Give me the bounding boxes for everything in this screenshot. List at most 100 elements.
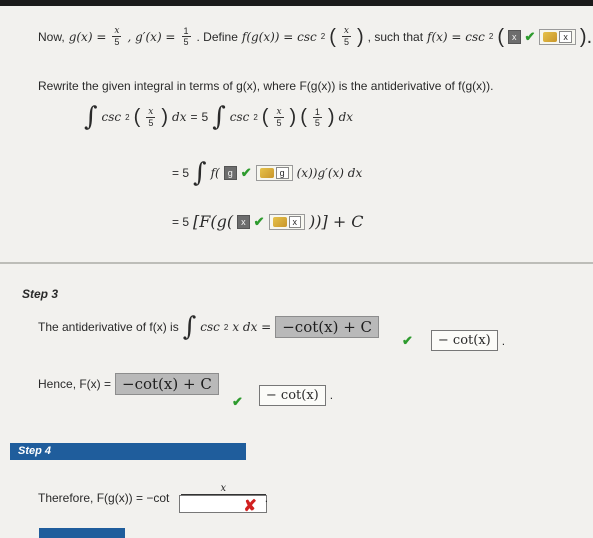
step4-line: Therefore, F(g(x)) = −cot x ✘ . bbox=[38, 480, 268, 516]
equation-2: = 5 ∫ f( g ✔ g (x))g′(x) dx bbox=[172, 160, 362, 186]
intro-fg: f(g(x)) = csc bbox=[241, 29, 317, 44]
step4-label: Step 4 bbox=[10, 443, 246, 460]
answer-input-x[interactable]: x bbox=[237, 214, 250, 229]
intro-fg-frac: x 5 bbox=[341, 26, 351, 47]
integral-icon: ∫ bbox=[212, 102, 226, 132]
step3-label: Step 3 bbox=[22, 287, 59, 301]
step3-line: The antiderivative of f(x) is ∫ csc 2 x d… bbox=[38, 312, 380, 342]
integral-icon: ∫ bbox=[84, 102, 98, 132]
intro-gprime: , g′(x) = bbox=[127, 29, 176, 44]
divider bbox=[0, 262, 593, 264]
equation-1: ∫ csc 2 ( x 5 ) dx = 5 ∫ csc 2 ( x 5 ) ( 1… bbox=[84, 104, 353, 130]
check-icon: ✔ bbox=[240, 165, 252, 180]
check-icon: ✔ bbox=[524, 28, 536, 44]
frac-num: 1 bbox=[181, 26, 191, 37]
cross-icon: ✘ bbox=[243, 498, 257, 515]
key-value: x bbox=[559, 30, 572, 43]
rewrite-text: Rewrite the given integral in terms of g… bbox=[38, 79, 494, 93]
key-icon bbox=[272, 216, 287, 227]
key-icon bbox=[543, 31, 558, 42]
paren-close: ). bbox=[579, 25, 593, 48]
eq3-open: [F(g( bbox=[193, 212, 234, 231]
key-value: g bbox=[275, 167, 289, 179]
frac-num: x bbox=[112, 26, 122, 37]
eq1-frac: x 5 bbox=[146, 106, 156, 128]
intro-gprime-frac: 1 5 bbox=[181, 26, 191, 47]
eq2-prefix: = 5 bbox=[172, 166, 190, 180]
answer-key-antiderivative: − cot(x) bbox=[430, 330, 498, 351]
eq1-rhs-dx: dx bbox=[338, 110, 354, 124]
check-icon: ✔ bbox=[253, 213, 265, 229]
step4-therefore: Therefore, F(g(x)) = −cot bbox=[38, 491, 170, 505]
intro-gx-frac: x 5 bbox=[112, 26, 122, 47]
answer-input-fx[interactable]: x bbox=[508, 29, 521, 44]
paren-open: ( bbox=[133, 106, 141, 128]
answer-key-g: g bbox=[255, 165, 293, 181]
period-dot: . bbox=[501, 333, 506, 348]
intro-such-that: , such that bbox=[367, 29, 424, 44]
eq1-rhs-frac2: 1 5 bbox=[312, 106, 322, 128]
frac-num: x bbox=[180, 483, 267, 495]
eq2-suffix: (x))g′(x) dx bbox=[296, 166, 363, 180]
frac-den: 5 bbox=[148, 117, 154, 128]
key-value: x bbox=[288, 215, 301, 228]
intro-fx: f(x) = csc bbox=[427, 29, 485, 44]
eq3-prefix: = 5 bbox=[172, 214, 190, 229]
hence-line: Hence, F(x) = −cot(x) + C bbox=[38, 373, 219, 395]
eq1-rhs-sup: 2 bbox=[253, 112, 258, 122]
paren-open: ( bbox=[300, 106, 307, 128]
period-dot: . bbox=[264, 491, 269, 505]
frac-den: 5 bbox=[314, 117, 320, 128]
integral-icon: ∫ bbox=[193, 158, 207, 188]
paren-close: ) bbox=[289, 106, 297, 128]
paren-close: ) bbox=[327, 106, 335, 128]
answer-input-Fx[interactable]: −cot(x) + C bbox=[115, 373, 219, 395]
equation-3: = 5 [F(g( x ✔ x ))] + C bbox=[172, 212, 364, 231]
check-icon: ✔ bbox=[402, 332, 413, 348]
step3-feedback: ✔ − cot(x) . bbox=[402, 330, 505, 351]
paren-open: ( bbox=[261, 106, 269, 128]
frac-num: x bbox=[146, 106, 156, 118]
period-dot: . bbox=[329, 388, 334, 402]
frac-den: 5 bbox=[276, 117, 282, 128]
step3-integrand: csc bbox=[200, 320, 220, 334]
frac-den: 5 bbox=[183, 37, 189, 47]
frac-num: x bbox=[341, 26, 351, 37]
frac-den: 5 bbox=[114, 37, 120, 47]
key-icon bbox=[259, 168, 274, 178]
eq1-lhs: csc bbox=[101, 110, 122, 124]
top-bar bbox=[0, 0, 593, 6]
paren-open: ( bbox=[497, 25, 505, 48]
answer-key-fx: x bbox=[539, 28, 576, 45]
step3-sup: 2 bbox=[223, 322, 229, 332]
paren-close: ) bbox=[356, 25, 364, 48]
intro-define: . Define bbox=[196, 29, 238, 44]
check-icon: ✔ bbox=[232, 394, 243, 409]
next-button[interactable] bbox=[39, 528, 125, 538]
intro-fx-sup: 2 bbox=[488, 32, 494, 41]
hence-text: Hence, F(x) = bbox=[38, 377, 112, 391]
frac-den: 5 bbox=[343, 37, 349, 47]
intro-gx: g(x) = bbox=[68, 29, 107, 44]
eq2-f-open: f( bbox=[210, 166, 220, 180]
answer-key-x: x bbox=[268, 213, 305, 230]
intro-now: Now, bbox=[38, 29, 65, 44]
eq1-rhs: csc bbox=[229, 110, 250, 124]
hence-feedback: ✔ − cot(x) . bbox=[232, 380, 333, 410]
intro-fg-sup: 2 bbox=[320, 32, 326, 41]
eq1-lhs-sup: 2 bbox=[125, 112, 130, 122]
eq1-equals: = bbox=[190, 110, 198, 124]
integral-icon: ∫ bbox=[182, 312, 197, 342]
answer-input-antiderivative[interactable]: −cot(x) + C bbox=[275, 316, 380, 338]
eq1-coef: 5 bbox=[201, 110, 209, 124]
answer-input-g[interactable]: g bbox=[223, 166, 237, 180]
eq3-close: ))] + C bbox=[309, 212, 364, 231]
eq1-dx: dx bbox=[172, 110, 187, 124]
intro-line: Now, g(x) = x 5 , g′(x) = 1 5 . Define f… bbox=[38, 26, 592, 47]
eq1-rhs-frac: x 5 bbox=[274, 106, 284, 128]
paren-close: ) bbox=[161, 106, 169, 128]
frac-num: x bbox=[274, 106, 284, 118]
paren-open: ( bbox=[329, 25, 336, 48]
step3-text: The antiderivative of f(x) is bbox=[38, 320, 179, 334]
frac-num: 1 bbox=[312, 106, 322, 118]
